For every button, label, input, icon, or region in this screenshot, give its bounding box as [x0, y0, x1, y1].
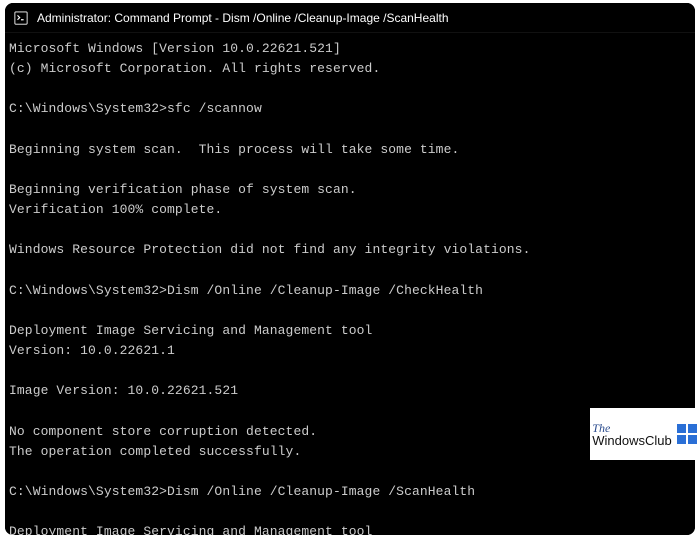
app-icon — [13, 10, 29, 26]
watermark-brand: WindowsClub — [592, 434, 671, 447]
windows-logo-icon — [676, 423, 698, 445]
window-title: Administrator: Command Prompt - Dism /On… — [37, 11, 449, 25]
watermark: The WindowsClub — [590, 408, 700, 460]
watermark-the: The — [592, 422, 671, 434]
titlebar[interactable]: Administrator: Command Prompt - Dism /On… — [5, 3, 695, 33]
